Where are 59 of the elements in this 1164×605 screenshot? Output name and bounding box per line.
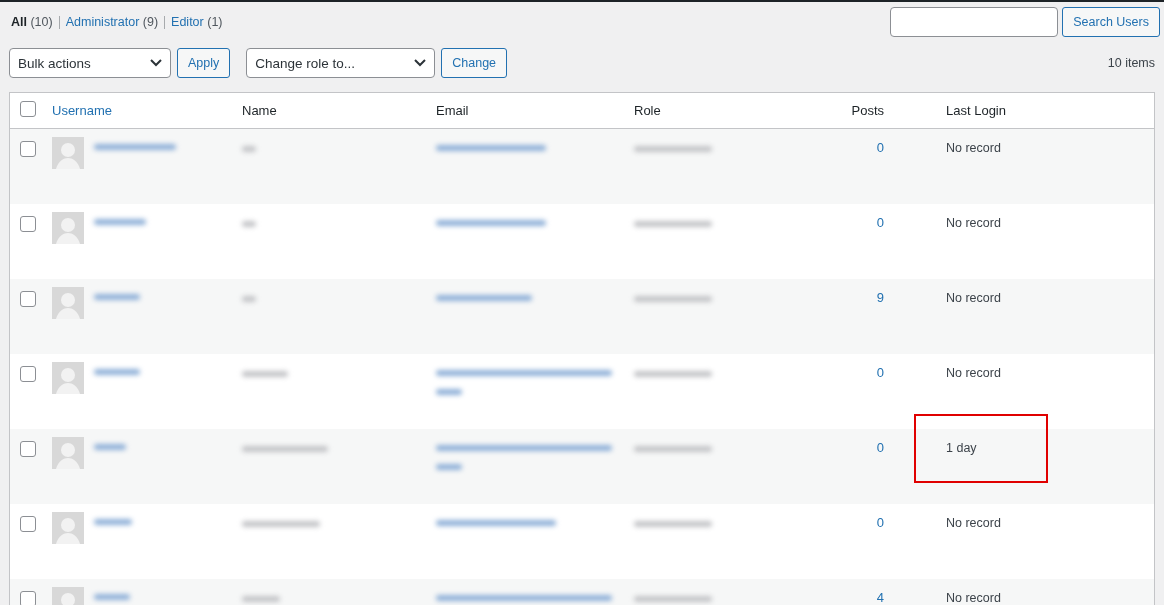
row-checkbox[interactable]	[20, 216, 36, 232]
column-header: Name	[242, 103, 277, 118]
blurred-username	[94, 594, 130, 600]
posts-link[interactable]: 0	[876, 365, 884, 380]
column-header: Last Login	[946, 103, 1006, 118]
column-header: Role	[634, 103, 661, 118]
posts-link[interactable]: 9	[876, 290, 884, 305]
chevron-icon	[414, 59, 427, 67]
filter-link[interactable]: Administrator (9)	[65, 15, 159, 29]
blurred-email	[436, 389, 462, 395]
last-login: No record	[946, 516, 1001, 530]
last-login: 1 day	[946, 441, 977, 455]
avatar-icon	[52, 362, 84, 394]
filter-link[interactable]: All (10)	[11, 15, 53, 29]
blurred-name	[242, 296, 256, 302]
blurred-name	[242, 221, 256, 227]
row-checkbox[interactable]	[20, 516, 36, 532]
chevron-icon	[150, 59, 162, 67]
blurred-name	[242, 596, 280, 602]
blurred-email	[436, 464, 462, 470]
bulk-actions-select[interactable]: Bulk actions	[9, 48, 171, 78]
search-field[interactable]	[890, 7, 1059, 37]
last-login: No record	[946, 216, 1001, 230]
last-login: No record	[946, 291, 1001, 305]
blurred-username	[94, 519, 132, 525]
blurred-username	[94, 219, 146, 225]
last-login: No record	[946, 591, 1001, 605]
row-checkbox[interactable]	[20, 591, 36, 605]
blurred-username	[94, 444, 126, 450]
change-role-select[interactable]: Change role to...	[246, 48, 436, 78]
avatar-icon	[52, 212, 84, 244]
search-button[interactable]: Search Users	[1062, 7, 1160, 37]
avatar-icon	[52, 137, 84, 169]
avatar-icon	[52, 512, 84, 544]
blurred-username	[94, 294, 140, 300]
posts-link[interactable]: 0	[876, 440, 884, 455]
last-login: No record	[946, 366, 1001, 380]
row-checkbox[interactable]	[20, 291, 36, 307]
blurred-username	[94, 369, 140, 375]
column-header: Email	[436, 103, 469, 118]
posts-link[interactable]: 0	[876, 215, 884, 230]
posts-link[interactable]: 0	[876, 515, 884, 530]
column-header[interactable]: Username	[52, 103, 112, 118]
last-login: No record	[946, 141, 1001, 155]
row-checkbox[interactable]	[20, 366, 36, 382]
blurred-name	[242, 371, 288, 377]
change-button[interactable]: Change	[441, 48, 508, 78]
avatar-icon	[52, 287, 84, 319]
item-count: 10 items	[1107, 56, 1155, 70]
apply-button[interactable]: Apply	[177, 48, 231, 78]
posts-link[interactable]: 4	[876, 590, 884, 605]
avatar-icon	[52, 437, 84, 469]
filter-link[interactable]: Editor (1)	[171, 15, 223, 29]
select-all-checkbox[interactable]	[20, 101, 36, 117]
column-header: Posts	[851, 103, 884, 118]
row-checkbox[interactable]	[20, 441, 36, 457]
posts-link[interactable]: 0	[876, 140, 884, 155]
row-checkbox[interactable]	[20, 141, 36, 157]
blurred-name	[242, 146, 256, 152]
